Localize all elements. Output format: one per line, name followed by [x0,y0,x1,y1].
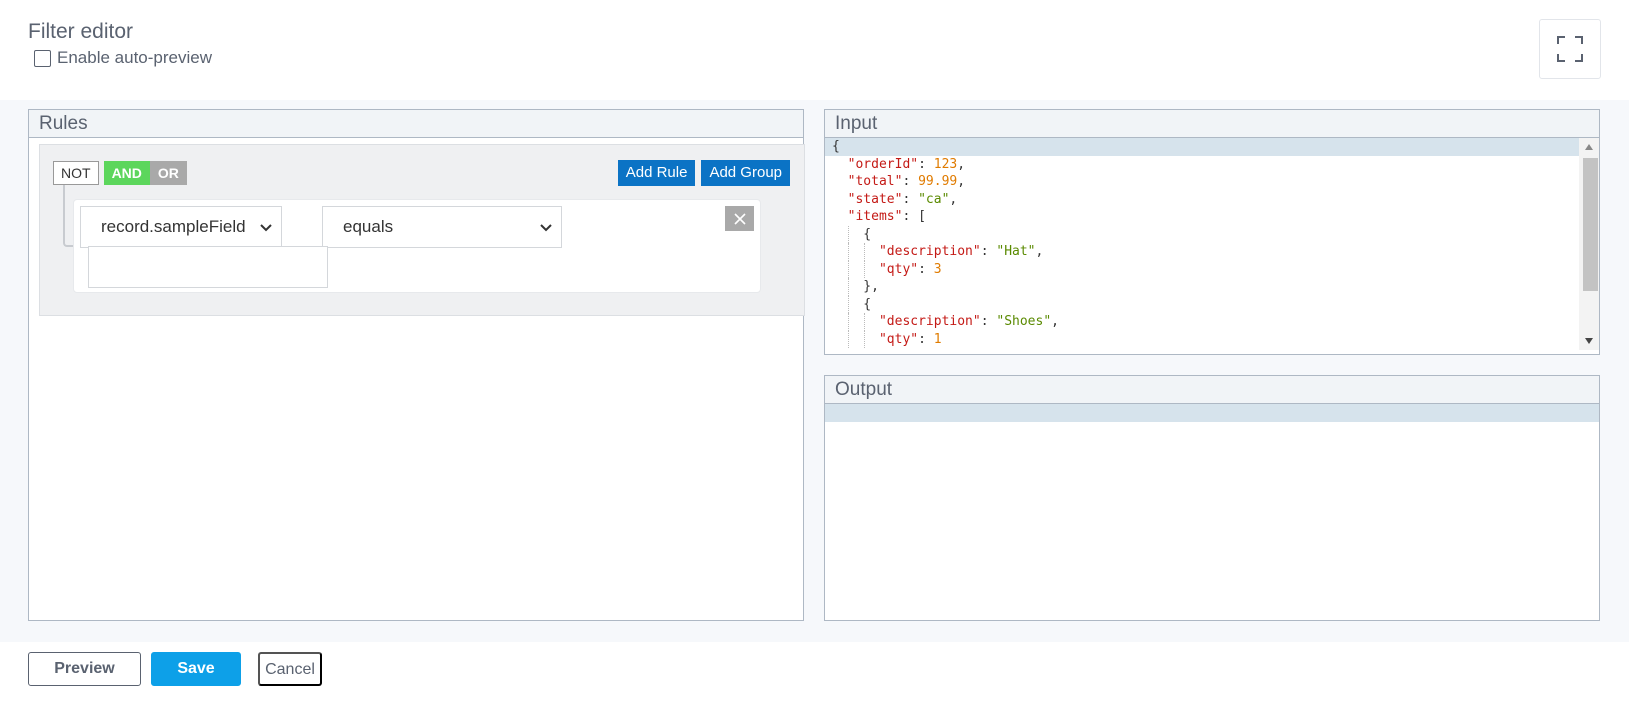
chevron-down-icon [260,224,272,232]
input-scrollbar[interactable] [1579,138,1599,350]
operator-select-value: equals [343,217,394,236]
code-line: "state": "ca", [847,191,958,207]
output-code-editor[interactable] [825,404,1599,620]
close-icon [733,212,746,225]
code-line: "description": "Hat", [825,243,1599,261]
field-select-value: record.sampleField [101,217,246,236]
code-line: "qty": 3 [825,260,1599,278]
condition-buttons: NOT AND OR [53,161,187,185]
fullscreen-icon [1557,36,1583,62]
or-button[interactable]: OR [149,161,187,185]
field-select[interactable]: record.sampleField [80,206,282,248]
fullscreen-button[interactable] [1539,19,1601,79]
editor-area: Rules NOT AND OR Add Rule Add Group reco… [0,100,1629,642]
footer: Preview Save Cancel [0,642,1629,714]
add-group-button[interactable]: Add Group [701,160,790,186]
remove-rule-button[interactable] [725,206,754,231]
rule-value-input[interactable] [88,246,328,288]
scroll-down-icon[interactable] [1585,338,1593,344]
scroll-up-icon[interactable] [1585,144,1593,150]
header: Filter editor Enable auto-preview [0,0,1629,100]
input-panel-title: Input [825,110,1599,138]
code-line: }, [832,278,879,296]
input-panel: Input { "orderId": 123, "total": 99.99, … [824,109,1600,355]
add-rule-button[interactable]: Add Rule [617,160,696,186]
output-active-line [825,404,1599,422]
operator-select[interactable]: equals [322,206,562,248]
rule-group: NOT AND OR Add Rule Add Group record.sam… [39,144,805,316]
output-panel: Output [824,375,1600,621]
code-line: "orderId": 123, [847,156,966,172]
rules-panel-title: Rules [29,110,803,138]
group-actions: Add Rule Add Group [617,160,790,186]
page-title: Filter editor [28,20,134,43]
code-line: "qty": 1 [825,330,1599,348]
save-button[interactable]: Save [151,652,241,686]
auto-preview-toggle[interactable]: Enable auto-preview [34,48,212,68]
rule-row: record.sampleField equals [73,199,761,293]
tree-connector [63,185,73,247]
rules-panel: Rules NOT AND OR Add Rule Add Group reco… [28,109,805,621]
auto-preview-checkbox[interactable] [34,49,51,67]
preview-button[interactable]: Preview [28,652,141,686]
code-line: "items": [ [847,209,926,224]
and-button[interactable]: AND [103,161,150,185]
auto-preview-label: Enable auto-preview [57,48,212,67]
code-line: { [825,138,1599,156]
code-line: { [832,295,872,313]
code-line: "description": "Shoes", [825,313,1599,331]
code-line: "total": 99.99, [847,174,966,189]
scrollbar-thumb[interactable] [1583,158,1598,291]
code-line: { [832,225,872,243]
cancel-button[interactable]: Cancel [258,652,322,686]
not-button[interactable]: NOT [53,161,99,185]
chevron-down-icon [540,224,552,232]
input-code-editor[interactable]: { "orderId": 123, "total": 99.99, "state… [825,138,1599,354]
output-panel-title: Output [825,376,1599,404]
